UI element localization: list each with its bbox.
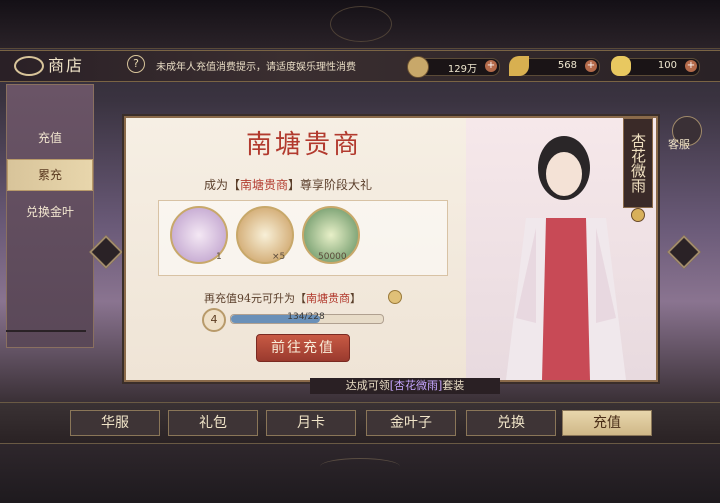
- subtitle-pre: 成为【: [204, 178, 241, 192]
- add-ingot-button[interactable]: +: [685, 60, 697, 72]
- add-gold-leaf-button[interactable]: +: [585, 60, 597, 72]
- top-ornament: [0, 0, 720, 49]
- reward-pre: 达成可领: [345, 379, 390, 392]
- ingot-icon: [611, 56, 631, 76]
- upgrade-hint: 再充值94元可升为【南塘贵商】: [204, 290, 361, 306]
- tab-recharge[interactable]: 充值: [562, 410, 652, 436]
- upgrade-pre: 再充值94元可升为【: [204, 292, 306, 305]
- tier-subtitle: 成为【南塘贵商】尊享阶段大礼: [204, 176, 372, 193]
- tab-gift-pack[interactable]: 礼包: [168, 410, 258, 436]
- tab-exchange[interactable]: 兑换: [466, 410, 556, 436]
- reward-info: 南塘贵商 成为【南塘贵商】尊享阶段大礼 1 ×5 50000 再充值94元可升为…: [126, 118, 466, 380]
- orb-item-icon[interactable]: [236, 206, 294, 264]
- sidebar-item-exchange-gold-leaf[interactable]: 兑换金叶: [7, 197, 93, 227]
- currency-value: 129万: [447, 64, 477, 75]
- tab-monthly-card[interactable]: 月卡: [266, 410, 356, 436]
- item-count: 1: [216, 252, 222, 262]
- copper-coin-icon: [407, 56, 429, 78]
- currency-value: 568: [557, 60, 577, 71]
- gold-leaf-icon: [509, 56, 529, 76]
- currency-gold-leaf: 568 +: [509, 56, 600, 76]
- sidebar-knot-ornament: [6, 330, 86, 344]
- character-name: 杏花微雨: [623, 118, 653, 208]
- tab-gold-leaf[interactable]: 金叶子: [366, 410, 456, 436]
- reward-post: 套装: [442, 379, 465, 392]
- help-icon[interactable]: ?: [127, 55, 145, 73]
- back-icon[interactable]: [14, 56, 44, 76]
- reward-set-name: [杏花微雨]: [389, 379, 443, 392]
- upgrade-post: 】: [350, 292, 361, 305]
- currency-copper: 129万 +: [407, 56, 500, 78]
- zoom-icon[interactable]: [631, 208, 645, 222]
- item-count: 50000: [318, 252, 347, 262]
- sidebar-item-recharge[interactable]: 充值: [7, 123, 93, 153]
- add-copper-button[interactable]: +: [485, 60, 497, 72]
- bottom-ornament: [320, 458, 400, 475]
- upgrade-tier: 南塘贵商: [306, 292, 350, 305]
- customer-service-label[interactable]: 客服: [668, 136, 690, 152]
- sidebar-item-cumulative[interactable]: 累充: [7, 159, 93, 191]
- page-title: 商店: [48, 56, 85, 75]
- set-reward-caption: 达成可领[杏花微雨]套装: [310, 378, 500, 394]
- progress-text: 134/228: [287, 312, 325, 322]
- reward-panel: 南塘贵商 成为【南塘贵商】尊享阶段大礼 1 ×5 50000 再充值94元可升为…: [124, 116, 658, 382]
- coin-tag-icon: [388, 290, 402, 304]
- tier-level-badge: 4: [202, 308, 226, 332]
- go-recharge-button[interactable]: 前往充值: [256, 334, 350, 362]
- sidebar: 充值 累充 兑换金叶: [6, 84, 94, 348]
- currency-ingot: 100 +: [611, 56, 700, 76]
- currency-value: 100: [657, 60, 677, 71]
- subtitle-post: 】尊享阶段大礼: [288, 178, 373, 192]
- tab-costume[interactable]: 华服: [70, 410, 160, 436]
- ornament-flower: [330, 6, 392, 42]
- subtitle-tier: 南塘贵商: [240, 178, 289, 192]
- tier-title: 南塘贵商: [246, 130, 363, 160]
- spending-notice: 未成年人充值消费提示，请适度娱乐理性消费: [156, 62, 356, 73]
- item-count: ×5: [272, 252, 286, 262]
